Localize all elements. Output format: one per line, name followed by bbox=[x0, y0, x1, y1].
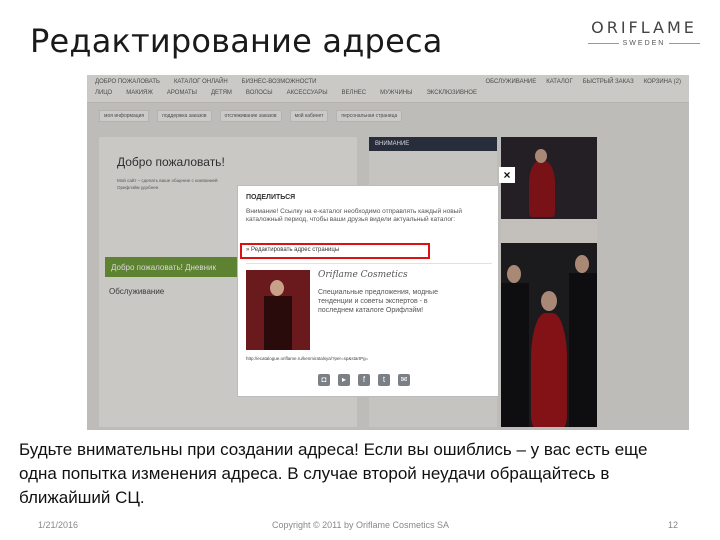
brand-line-left bbox=[588, 43, 619, 44]
footer-copyright: Copyright © 2011 by Oriflame Cosmetics S… bbox=[272, 520, 450, 530]
twitter-icon[interactable]: t bbox=[378, 374, 390, 386]
share-icons: ◘ ▸ f t ✉ bbox=[318, 374, 410, 386]
edit-address-link[interactable]: » Редактировать адрес страницы bbox=[246, 247, 339, 253]
brand-sub-row: SWEDEN bbox=[588, 40, 701, 47]
brand-line-right bbox=[669, 43, 701, 44]
thumb-face bbox=[270, 280, 284, 296]
catalog-url[interactable]: http://ecatalogue.oriflame.ru/kenmiratal… bbox=[246, 356, 368, 361]
catalog-thumbnail bbox=[246, 270, 310, 350]
dialog-title: ПОДЕЛИТЬСЯ bbox=[246, 194, 296, 201]
dialog-divider bbox=[246, 263, 492, 264]
website-screenshot: ДОБРО ПОЖАЛОВАТЬ КАТАЛОГ ОНЛАЙН БИЗНЕС-В… bbox=[87, 75, 689, 430]
slide-caption: Будьте внимательны при создании адреса! … bbox=[19, 440, 648, 507]
play-icon[interactable]: ▸ bbox=[338, 374, 350, 386]
footer-date: 1/21/2016 bbox=[38, 520, 79, 530]
oriflame-logo: ORIFLAME SWEDEN bbox=[588, 18, 701, 47]
dialog-brand: Oriflame Cosmetics bbox=[318, 270, 408, 280]
share-dialog: ПОДЕЛИТЬСЯ Внимание! Ссылку на е-каталог… bbox=[237, 185, 499, 397]
mail-icon[interactable]: ✉ bbox=[398, 374, 410, 386]
facebook-icon[interactable]: f bbox=[358, 374, 370, 386]
close-icon[interactable]: × bbox=[499, 167, 515, 183]
slide-footer: 1/21/2016 Copyright © 2011 by Oriflame C… bbox=[0, 520, 720, 534]
brand-name: ORIFLAME bbox=[591, 18, 697, 37]
thumb-figure bbox=[264, 296, 292, 350]
brand-sub: SWEDEN bbox=[622, 40, 666, 47]
slide-title: Редактирование адреса bbox=[30, 22, 443, 60]
page-number: 12 bbox=[667, 520, 678, 530]
dialog-notice: Внимание! Ссылку на е-каталог необходимо… bbox=[246, 208, 462, 223]
camera-icon[interactable]: ◘ bbox=[318, 374, 330, 386]
dialog-description: Специальные предложения, модные тенденци… bbox=[318, 289, 438, 314]
